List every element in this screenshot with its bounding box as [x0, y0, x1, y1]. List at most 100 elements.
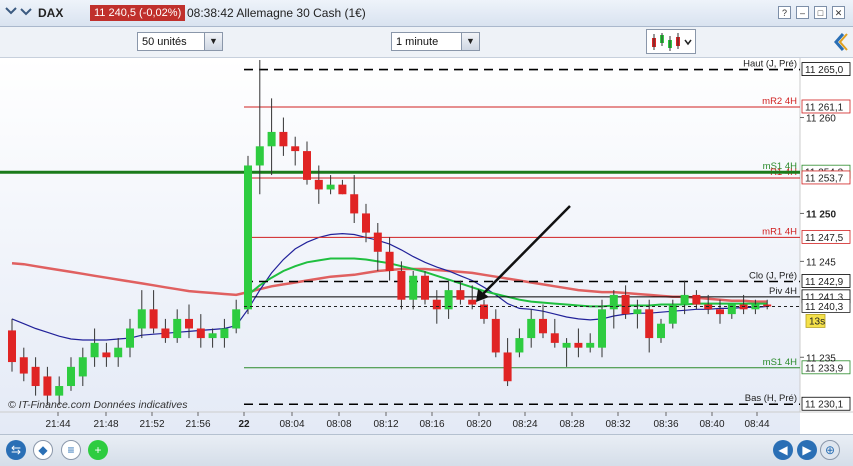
candle-body — [421, 275, 429, 300]
candle-body — [55, 386, 64, 396]
candle-body — [90, 342, 99, 358]
close-icon[interactable]: ✕ — [832, 6, 845, 19]
x-tick-label: 08:40 — [699, 419, 724, 430]
zoom-in-icon[interactable]: ⊕ — [820, 440, 840, 460]
candle-body — [149, 309, 158, 329]
settings-icon[interactable] — [20, 4, 32, 22]
price-badge: 11 240,5 (-0,02%) — [90, 5, 186, 21]
chart-area[interactable]: Haut (J, Pré) 11 265,0 mR2 4H 11 261,1 mS1 4… — [0, 58, 853, 434]
candle-body — [78, 357, 87, 377]
maximize-icon[interactable]: □ — [814, 6, 827, 19]
x-tick-label: 08:24 — [512, 419, 537, 430]
add-indicator-icon[interactable]: + — [88, 440, 108, 460]
candle-body — [8, 330, 16, 363]
candle-body — [173, 318, 182, 339]
reference-price-value: 11 247,5 — [805, 233, 844, 244]
reference-line-label: mS1 4H — [763, 357, 797, 368]
expand-icon[interactable] — [4, 4, 18, 22]
chevron-down-icon: ▼ — [204, 33, 222, 50]
candle-body — [314, 179, 323, 190]
candle-body — [362, 213, 370, 233]
current-price-value: 11 240,3 — [805, 302, 844, 313]
countdown-text: 13s — [809, 316, 825, 327]
candle-body — [102, 352, 111, 358]
candle-body — [657, 323, 665, 339]
x-tick-label: 21:44 — [45, 419, 70, 430]
chart-type-button[interactable] — [646, 29, 696, 54]
reference-price-value: 11 265,0 — [805, 65, 844, 76]
units-select-value: 50 unités — [142, 36, 187, 48]
candle-body — [279, 131, 288, 147]
candle-body — [456, 290, 465, 300]
bottom-toolbar: ⇆ ◆ ≡ + ◀ ▶ ⊕ — [0, 434, 853, 466]
candle-body — [196, 328, 205, 339]
y-tick-label: 11 260 — [806, 114, 836, 125]
x-tick-label: 22 — [238, 419, 250, 430]
candle-body — [574, 342, 583, 348]
candle-body — [680, 294, 689, 305]
units-select[interactable]: 50 unités ▼ — [137, 32, 223, 51]
reference-price-value: 11 253,7 — [805, 173, 844, 184]
collapse-panel-icon[interactable] — [832, 31, 850, 53]
candle-body — [291, 146, 300, 152]
candle-body — [126, 328, 134, 348]
candle-body — [409, 275, 418, 300]
price-chart[interactable]: Haut (J, Pré) 11 265,0 mR2 4H 11 261,1 mS1 4… — [0, 58, 853, 434]
reference-line-label: Piv 4H — [769, 286, 797, 297]
candle-body — [350, 194, 359, 214]
candle-body — [609, 294, 618, 310]
candle-body — [232, 309, 241, 329]
candle-body — [645, 309, 654, 339]
candle-body — [267, 131, 276, 147]
reference-price-value: 11 233,9 — [805, 363, 844, 374]
candle-body — [338, 184, 347, 195]
interval-select[interactable]: 1 minute ▼ — [391, 32, 480, 51]
candle-body — [527, 318, 536, 339]
x-tick-label: 08:08 — [326, 419, 351, 430]
chart-type-icon — [652, 33, 692, 51]
candle-body — [468, 299, 477, 305]
candle-body — [220, 328, 229, 339]
candle-body — [621, 294, 630, 315]
x-tick-label: 08:20 — [466, 419, 491, 430]
reference-price-value: 11 242,9 — [805, 277, 844, 288]
title-bar: DAX 11 240,5 (-0,02%) 08:38:42 Allemagne… — [0, 0, 853, 27]
candle-body — [114, 347, 123, 358]
reference-line-label: Haut (J, Pré) — [743, 59, 797, 70]
help-icon[interactable]: ? — [778, 6, 791, 19]
reference-line-label: mR1 4H — [762, 226, 797, 237]
candle-body — [491, 318, 500, 353]
candle-body — [598, 309, 606, 348]
reference-line-label: Bas (H, Pré) — [745, 393, 797, 404]
candle-body — [137, 309, 146, 329]
x-tick-label: 21:56 — [185, 419, 210, 430]
candle-body — [244, 165, 252, 310]
x-tick-label: 08:16 — [419, 419, 444, 430]
candle-body — [19, 357, 28, 374]
candle-body — [43, 376, 52, 396]
y-tick-label: 11 245 — [806, 257, 836, 268]
y-tick-label: 11 235 — [806, 353, 836, 364]
candle-body — [562, 342, 571, 348]
x-tick-label: 21:48 — [93, 419, 118, 430]
candle-body — [515, 338, 524, 353]
candle-body — [185, 318, 193, 329]
candle-body — [550, 333, 559, 343]
chart-toolbar: 50 unités ▼ 1 minute ▼ — [0, 27, 853, 58]
reference-line-label: mR2 4H — [762, 96, 797, 107]
candle-body — [255, 146, 264, 166]
candle-body — [668, 304, 677, 324]
share-icon[interactable]: ⇆ — [6, 440, 26, 460]
indicator-icon[interactable]: ≡ — [61, 440, 81, 460]
x-tick-label: 21:52 — [139, 419, 164, 430]
minimize-icon[interactable]: – — [796, 6, 809, 19]
pan-left-icon[interactable]: ◀ — [773, 440, 793, 460]
candle-body — [692, 294, 701, 305]
x-tick-label: 08:28 — [559, 419, 584, 430]
x-tick-label: 08:36 — [653, 419, 678, 430]
candle-body — [633, 309, 642, 315]
drawing-tool-icon[interactable]: ◆ — [33, 440, 53, 460]
reference-price-value: 11 230,1 — [805, 400, 844, 411]
candle-body — [586, 342, 595, 348]
pan-right-icon[interactable]: ▶ — [797, 440, 817, 460]
